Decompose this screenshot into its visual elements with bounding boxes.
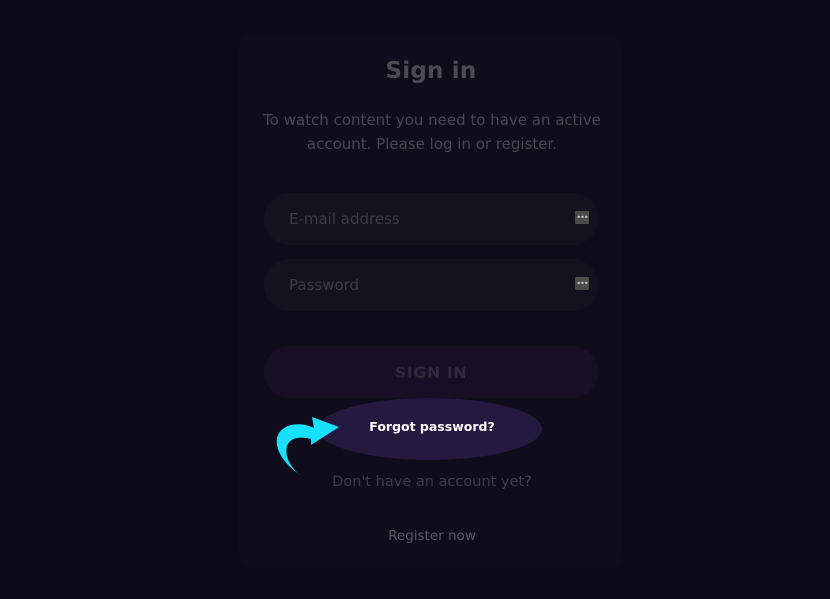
password-manager-icon[interactable]: ••• [575,211,589,224]
email-input[interactable] [289,210,558,228]
password-manager-icon[interactable]: ••• [575,277,589,290]
email-field[interactable]: ••• [264,193,598,245]
password-field[interactable]: ••• [264,259,598,311]
signin-subtitle: To watch content you need to have an act… [263,111,601,153]
password-input[interactable] [289,276,558,294]
screen: Sign in To watch content you need to hav… [0,0,830,599]
forgot-password-link[interactable]: Forgot password? [318,419,546,434]
no-account-text: Don't have an account yet? [332,474,532,490]
page-title: Sign in [385,58,477,84]
sign-in-button[interactable]: SIGN IN [264,346,598,398]
register-now-link[interactable]: Register now [262,528,602,544]
